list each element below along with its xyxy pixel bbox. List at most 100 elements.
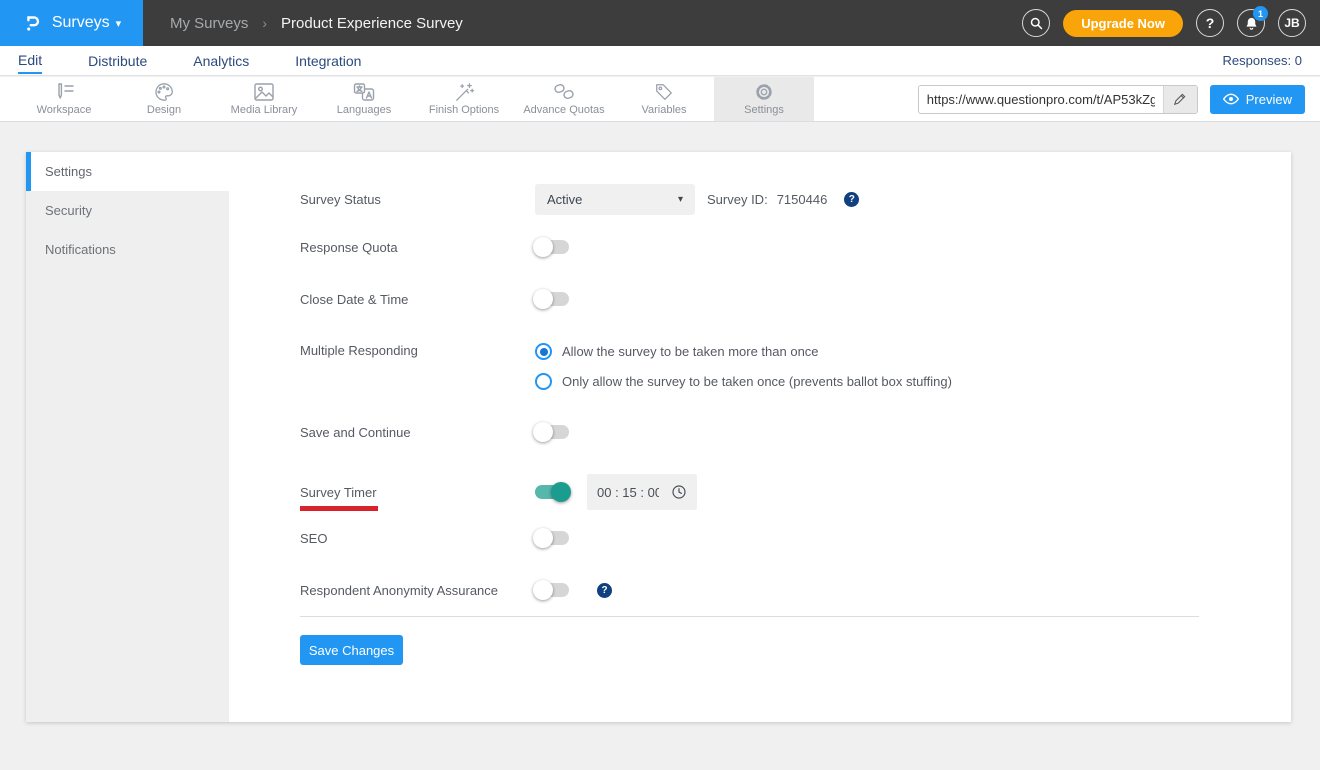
anonymity-toggle[interactable] bbox=[533, 580, 569, 600]
translate-icon bbox=[353, 83, 375, 101]
survey-timer-duration-box bbox=[587, 474, 697, 510]
anonymity-help-icon[interactable]: ? bbox=[597, 582, 612, 598]
app-name: Surveys bbox=[51, 14, 110, 31]
survey-status-label: Survey Status bbox=[300, 192, 381, 207]
image-icon bbox=[254, 83, 274, 101]
radio-option-allow-multiple[interactable]: Allow the survey to be taken more than o… bbox=[535, 343, 952, 360]
multiple-responding-label: Multiple Responding bbox=[300, 343, 418, 358]
toolbar-item-languages[interactable]: Languages bbox=[314, 77, 414, 121]
survey-link-group: Preview bbox=[917, 77, 1320, 121]
settings-card: Settings Security Notifications Survey S… bbox=[26, 152, 1291, 722]
toggle-knob bbox=[551, 482, 571, 502]
close-date-time-row: Close Date & Time bbox=[300, 289, 1291, 309]
avatar[interactable]: JB bbox=[1278, 9, 1306, 37]
toggle-knob bbox=[533, 289, 553, 309]
workspace-icon bbox=[58, 83, 74, 99]
save-and-continue-toggle[interactable] bbox=[533, 422, 569, 442]
settings-form: Survey Status Active ▾ Survey ID: 715044… bbox=[229, 152, 1291, 722]
toolbar-item-finish-options[interactable]: Finish Options bbox=[414, 77, 514, 121]
page-title: Product Experience Survey bbox=[281, 14, 463, 32]
survey-url-box bbox=[917, 84, 1198, 114]
chevron-down-icon: ▾ bbox=[115, 17, 122, 30]
survey-timer-toggle[interactable] bbox=[535, 482, 571, 502]
notifications-button[interactable]: 1 bbox=[1237, 6, 1268, 37]
app-switcher[interactable]: Surveys ▾ bbox=[0, 0, 143, 46]
question-mark-icon: ? bbox=[1205, 15, 1215, 31]
sidebar-item-notifications[interactable]: Notifications bbox=[26, 230, 229, 269]
survey-status-select[interactable]: Active ▾ bbox=[535, 184, 695, 215]
close-date-time-label: Close Date & Time bbox=[300, 291, 409, 307]
anonymity-row: Respondent Anonymity Assurance ? bbox=[300, 580, 1291, 600]
sidebar-item-security[interactable]: Security bbox=[26, 191, 229, 230]
survey-id-help-icon[interactable]: ? bbox=[844, 192, 860, 207]
multiple-responding-row: Multiple Responding Allow the survey to … bbox=[300, 341, 1291, 390]
seo-toggle[interactable] bbox=[533, 528, 569, 548]
top-header: Surveys ▾ My Surveys › Product Experienc… bbox=[0, 0, 1320, 46]
questionpro-logo-icon bbox=[26, 16, 39, 31]
tab-edit[interactable]: Edit bbox=[18, 52, 43, 74]
toolbar-item-media-library[interactable]: Media Library bbox=[214, 77, 314, 121]
survey-url-input[interactable] bbox=[918, 91, 1163, 107]
search-button[interactable] bbox=[1022, 9, 1051, 37]
toolbar-item-workspace[interactable]: Workspace bbox=[14, 77, 114, 121]
response-quota-row: Response Quota bbox=[300, 237, 1291, 257]
eye-icon bbox=[1222, 93, 1239, 105]
response-quota-toggle[interactable] bbox=[533, 237, 569, 257]
save-changes-button[interactable]: Save Changes bbox=[300, 635, 403, 665]
toolbar-item-variables[interactable]: Variables bbox=[614, 77, 714, 121]
palette-icon bbox=[155, 83, 173, 101]
main-tabs: Edit Distribute Analytics Integration Re… bbox=[0, 46, 1320, 76]
radio-option-only-once[interactable]: Only allow the survey to be taken once (… bbox=[535, 373, 952, 390]
save-and-continue-label: Save and Continue bbox=[300, 424, 411, 440]
toolbar-item-settings[interactable]: Settings bbox=[714, 77, 814, 121]
anonymity-label: Respondent Anonymity Assurance bbox=[300, 582, 499, 598]
save-and-continue-row: Save and Continue bbox=[300, 422, 1291, 442]
seo-row: SEO bbox=[300, 528, 1291, 548]
toggle-knob bbox=[533, 422, 553, 442]
toggle-knob bbox=[533, 237, 553, 257]
survey-id-value: 7150446 bbox=[776, 192, 828, 207]
toggle-knob bbox=[533, 580, 553, 600]
survey-timer-label: Survey Timer bbox=[300, 485, 535, 511]
survey-timer-row: Survey Timer bbox=[300, 474, 1291, 511]
responses-count: Responses: 0 bbox=[1222, 53, 1303, 68]
clock-icon bbox=[672, 485, 686, 499]
header-actions: Upgrade Now ? 1 JB bbox=[1022, 6, 1320, 37]
form-divider bbox=[300, 616, 1199, 617]
pencil-icon bbox=[1174, 93, 1186, 106]
radio-selected-icon bbox=[535, 343, 552, 360]
edit-url-button[interactable] bbox=[1162, 85, 1197, 113]
content-area: Settings Security Notifications Survey S… bbox=[0, 122, 1320, 770]
magic-wand-icon bbox=[456, 83, 475, 101]
chain-link-icon bbox=[554, 83, 574, 100]
close-date-time-toggle[interactable] bbox=[533, 289, 569, 309]
edit-toolbar: Workspace Design Media Library Languages… bbox=[0, 77, 1320, 122]
survey-id-label: Survey ID: bbox=[707, 192, 768, 207]
toggle-knob bbox=[533, 528, 553, 548]
notification-badge: 1 bbox=[1253, 6, 1268, 21]
breadcrumb-my-surveys[interactable]: My Surveys bbox=[170, 15, 248, 32]
tab-analytics[interactable]: Analytics bbox=[193, 53, 249, 73]
survey-status-row: Survey Status Active ▾ Survey ID: 715044… bbox=[300, 184, 1291, 215]
multiple-responding-options: Allow the survey to be taken more than o… bbox=[535, 341, 952, 390]
gear-icon bbox=[756, 84, 772, 100]
red-annotation-underline bbox=[300, 505, 378, 511]
response-quota-label: Response Quota bbox=[300, 239, 398, 255]
sidebar-item-settings[interactable]: Settings bbox=[26, 152, 229, 191]
seo-label: SEO bbox=[300, 530, 328, 546]
search-icon bbox=[1030, 17, 1042, 29]
settings-sidebar: Settings Security Notifications bbox=[26, 152, 229, 722]
toolbar-item-advance-quotas[interactable]: Advance Quotas bbox=[514, 77, 614, 121]
radio-unselected-icon bbox=[535, 373, 552, 390]
help-button[interactable]: ? bbox=[1196, 9, 1224, 37]
survey-timer-input[interactable] bbox=[597, 484, 659, 500]
toolbar-item-design[interactable]: Design bbox=[114, 77, 214, 121]
tab-distribute[interactable]: Distribute bbox=[88, 53, 147, 73]
preview-button[interactable]: Preview bbox=[1209, 84, 1305, 114]
tag-icon bbox=[656, 84, 672, 100]
breadcrumb-separator-icon: › bbox=[262, 15, 268, 31]
upgrade-now-button[interactable]: Upgrade Now bbox=[1063, 9, 1183, 37]
breadcrumb: My Surveys › Product Experience Survey bbox=[170, 15, 463, 32]
chevron-down-icon: ▾ bbox=[677, 194, 683, 205]
tab-integration[interactable]: Integration bbox=[295, 53, 361, 73]
